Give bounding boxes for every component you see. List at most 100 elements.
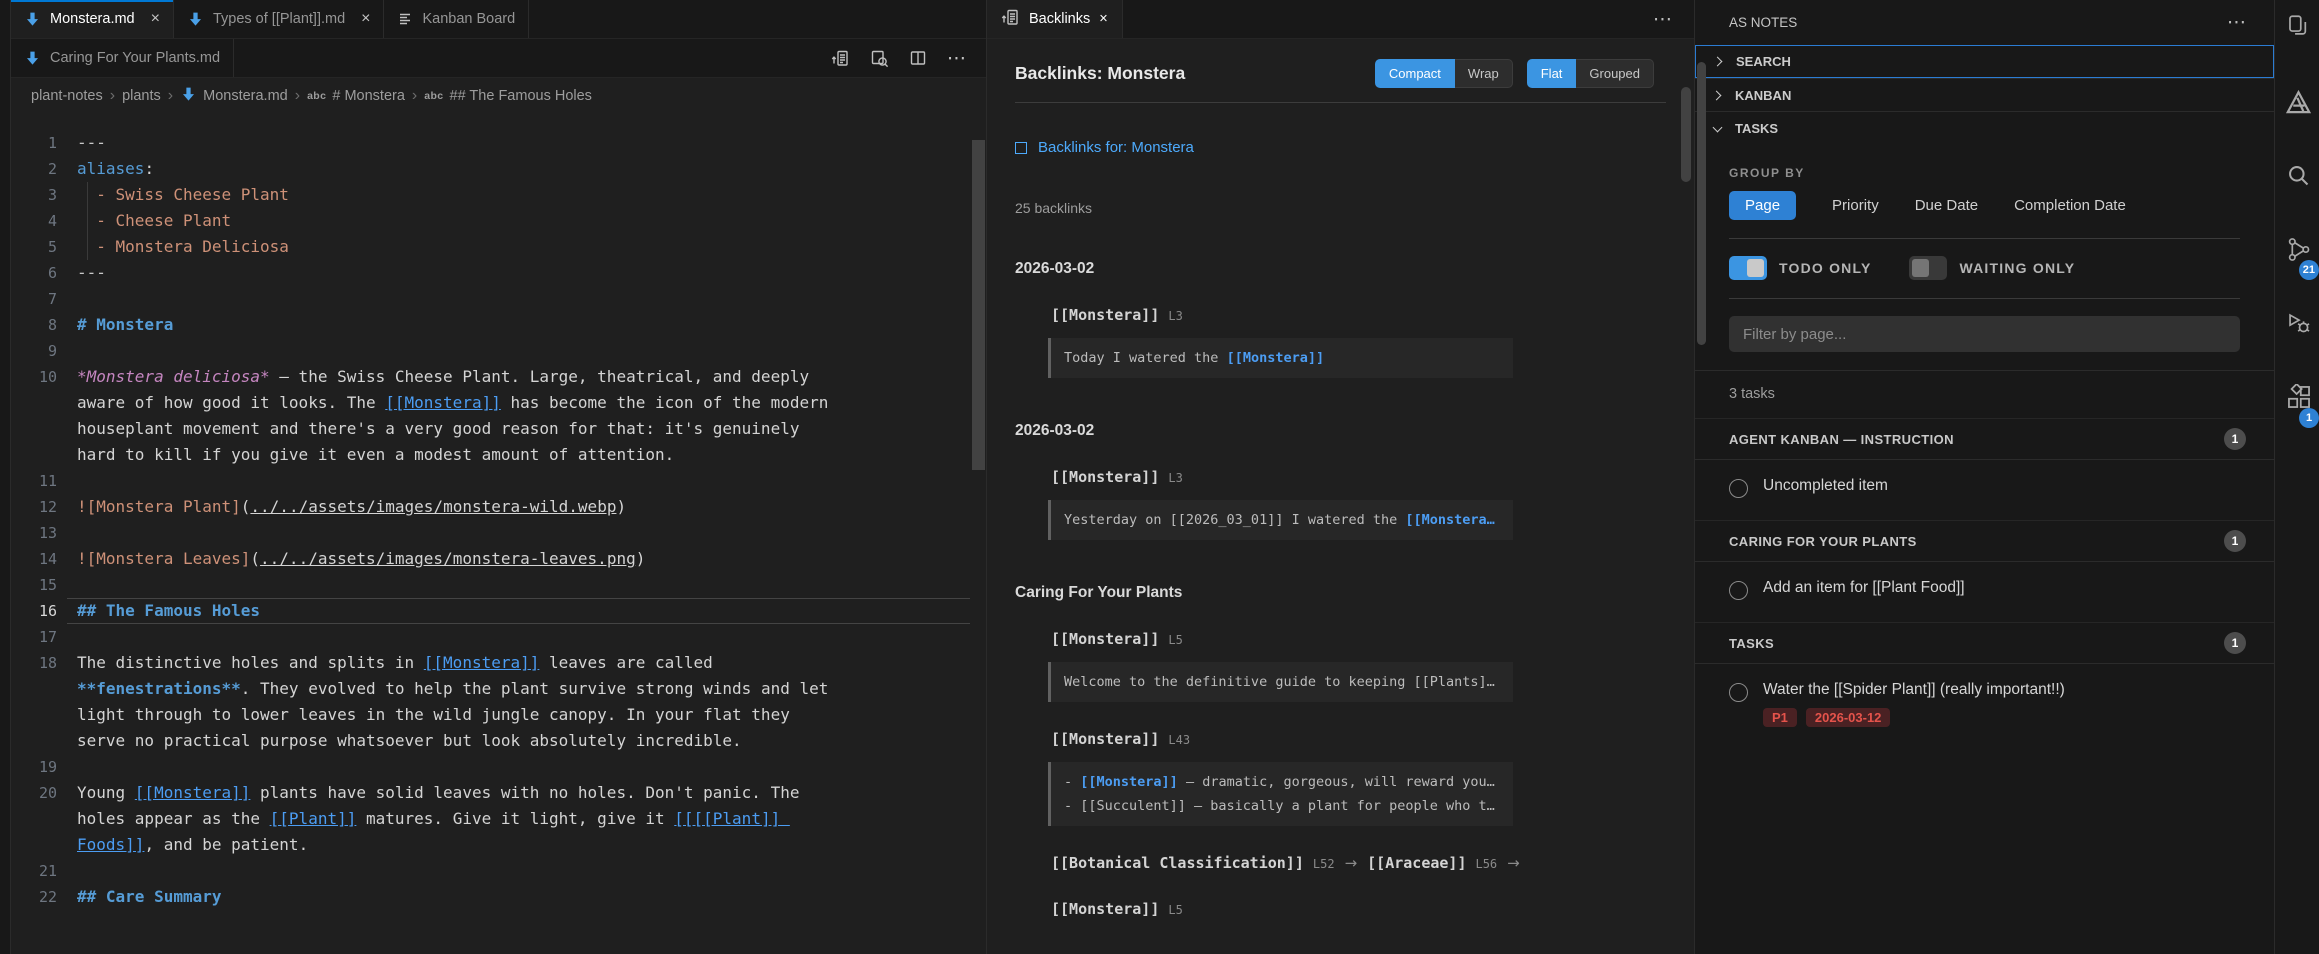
context-snippet[interactable]: Yesterday on [[2026_03_01]] I watered th… <box>1048 500 1513 540</box>
code-line[interactable]: serve no practical purpose whatsoever bu… <box>11 728 986 754</box>
page-reference[interactable]: [[Monstera]] <box>1051 306 1159 324</box>
page-reference[interactable]: [[Araceae]] <box>1367 854 1466 872</box>
code-line[interactable]: 17 <box>11 624 986 650</box>
task-checkbox-icon[interactable] <box>1729 581 1748 600</box>
wikilink[interactable]: [[Monstera]] <box>385 393 501 412</box>
more-actions-icon[interactable]: ⋯ <box>2227 11 2246 34</box>
breadcrumb-item[interactable]: Monstera.md <box>180 86 288 107</box>
close-icon[interactable]: × <box>361 10 370 28</box>
group-by-due-date[interactable]: Due Date <box>1915 197 1978 214</box>
wikilink[interactable]: Foods]] <box>77 835 144 854</box>
as-notes-logo-icon[interactable] <box>2275 88 2319 162</box>
toggle-switch[interactable] <box>1729 256 1767 280</box>
wikilink[interactable]: [[Monstera]] <box>135 783 251 802</box>
extensions-icon[interactable]: 1 <box>2275 384 2319 458</box>
grouped-button[interactable]: Grouped <box>1576 59 1654 88</box>
group-by-completion-date[interactable]: Completion Date <box>2014 197 2126 214</box>
graph-icon[interactable]: 21 <box>2275 236 2319 310</box>
task-group-header[interactable]: TASKS1 <box>1695 622 2274 664</box>
task-checkbox-icon[interactable] <box>1729 683 1748 702</box>
code-line[interactable]: 21 <box>11 858 986 884</box>
code-line[interactable]: 13 <box>11 520 986 546</box>
sidebar-scrollbar[interactable] <box>1697 62 1706 345</box>
todo-only-toggle[interactable]: TODO ONLY <box>1729 256 1871 280</box>
code-line[interactable]: 6--- <box>11 260 986 286</box>
code-line[interactable]: 19 <box>11 754 986 780</box>
breadcrumb-item[interactable]: abc# Monstera <box>307 88 405 104</box>
tab-backlinks[interactable]: Backlinks × <box>987 0 1123 38</box>
backlink-entry[interactable]: [[Monstera]]L5 <box>1051 900 1666 918</box>
close-icon[interactable]: × <box>1099 11 1107 27</box>
backlink-entry[interactable]: [[Monstera]]L5 <box>1051 630 1666 648</box>
tab-monstera-md[interactable]: Monstera.md× <box>11 0 174 38</box>
code-line[interactable]: **fenestrations**. They evolved to help … <box>11 676 986 702</box>
code-line[interactable]: 12![Monstera Plant](../../assets/images/… <box>11 494 986 520</box>
code-line[interactable]: 3 - Swiss Cheese Plant <box>11 182 986 208</box>
wrap-button[interactable]: Wrap <box>1455 59 1513 88</box>
task-item[interactable]: Add an item for [[Plant Food]] <box>1695 562 2274 606</box>
breadcrumb[interactable]: plant-notes›plants›Monstera.md›abc# Mons… <box>11 78 986 114</box>
code-line[interactable]: Foods]], and be patient. <box>11 832 986 858</box>
code-line[interactable]: 10*Monstera deliciosa* — the Swiss Chees… <box>11 364 986 390</box>
breadcrumb-item[interactable]: abc## The Famous Holes <box>424 88 592 104</box>
code-line[interactable]: hard to kill if you give it even a modes… <box>11 442 986 468</box>
section-search[interactable]: SEARCH <box>1695 45 2274 78</box>
backlink-entry[interactable]: [[Monstera]]L3 <box>1051 468 1666 486</box>
code-line[interactable]: houseplant movement and there's a very g… <box>11 416 986 442</box>
code-line[interactable]: light through to lower leaves in the wil… <box>11 702 986 728</box>
code-line[interactable]: 20Young [[Monstera]] plants have solid l… <box>11 780 986 806</box>
section-tasks[interactable]: TASKS <box>1695 111 2274 144</box>
filter-by-page-input[interactable] <box>1729 316 2240 352</box>
code-line[interactable]: 9 <box>11 338 986 364</box>
code-line[interactable]: 1--- <box>11 130 986 156</box>
tab-caring-for-your-plants-md[interactable]: Caring For Your Plants.md <box>11 39 234 77</box>
toggle-switch[interactable] <box>1909 256 1947 280</box>
flat-button[interactable]: Flat <box>1527 59 1577 88</box>
debug-icon[interactable] <box>2275 310 2319 384</box>
page-reference[interactable]: [[Monstera]] <box>1051 630 1159 648</box>
code-line[interactable]: 16## The Famous Holes <box>11 598 986 624</box>
split-icon[interactable] <box>909 49 927 67</box>
code-line[interactable]: 18The distinctive holes and splits in [[… <box>11 650 986 676</box>
backlink-entry[interactable]: [[Monstera]]L43 <box>1051 730 1666 748</box>
backlinks-scrollbar[interactable] <box>1681 87 1691 182</box>
section-kanban[interactable]: KANBAN <box>1695 78 2274 111</box>
page-reference[interactable]: [[Monstera]] <box>1051 468 1159 486</box>
compact-button[interactable]: Compact <box>1375 59 1455 88</box>
documents-icon[interactable] <box>2275 14 2319 88</box>
code-line[interactable]: 14![Monstera Leaves](../../assets/images… <box>11 546 986 572</box>
task-item[interactable]: Water the [[Spider Plant]] (really impor… <box>1695 664 2274 733</box>
search-icon[interactable] <box>2275 162 2319 236</box>
context-snippet[interactable]: - [[Monstera]] — dramatic, gorgeous, wil… <box>1048 762 1513 826</box>
code-line[interactable]: aware of how good it looks. The [[Monste… <box>11 390 986 416</box>
breadcrumb-item[interactable]: plant-notes <box>31 88 103 104</box>
more-actions-icon[interactable]: ⋯ <box>947 47 966 70</box>
code-line[interactable]: 22## Care Summary <box>11 884 986 910</box>
group-by-priority[interactable]: Priority <box>1832 197 1879 214</box>
code-line[interactable]: 15 <box>11 572 986 598</box>
wikilink[interactable]: [[Plant]] <box>270 809 357 828</box>
page-reference[interactable]: [[Monstera]] <box>1051 900 1159 918</box>
tab-kanban-board[interactable]: Kanban Board <box>384 0 529 38</box>
backlinks-icon[interactable] <box>831 49 850 68</box>
group-by-page[interactable]: Page <box>1729 191 1796 220</box>
wikilink[interactable]: [[Monstera]] <box>424 653 540 672</box>
breadcrumb-item[interactable]: plants <box>122 88 161 104</box>
waiting-only-toggle[interactable]: WAITING ONLY <box>1909 256 2075 280</box>
code-line[interactable]: 5 - Monstera Deliciosa <box>11 234 986 260</box>
task-item[interactable]: Uncompleted item <box>1695 460 2274 504</box>
code-line[interactable]: 8# Monstera <box>11 312 986 338</box>
code-line[interactable]: 7 <box>11 286 986 312</box>
close-icon[interactable]: × <box>151 10 160 28</box>
preview-icon[interactable] <box>870 49 889 68</box>
context-snippet[interactable]: Welcome to the definitive guide to keepi… <box>1048 662 1513 702</box>
page-reference[interactable]: [[Botanical Classification]] <box>1051 854 1304 872</box>
task-group-header[interactable]: AGENT KANBAN — INSTRUCTION1 <box>1695 418 2274 460</box>
code-editor[interactable]: 1---2aliases:3 - Swiss Cheese Plant4 - C… <box>11 114 986 954</box>
context-snippet[interactable]: Today I watered the [[Monstera]] <box>1048 338 1513 378</box>
code-line[interactable]: holes appear as the [[Plant]] matures. G… <box>11 806 986 832</box>
wikilink[interactable]: [[[[Plant]] <box>674 809 790 828</box>
tab-types-of-plant-md[interactable]: Types of [[Plant]].md× <box>174 0 385 38</box>
backlinks-for-link[interactable]: Backlinks for: Monstera <box>1015 139 1194 156</box>
code-line[interactable]: 4 - Cheese Plant <box>11 208 986 234</box>
